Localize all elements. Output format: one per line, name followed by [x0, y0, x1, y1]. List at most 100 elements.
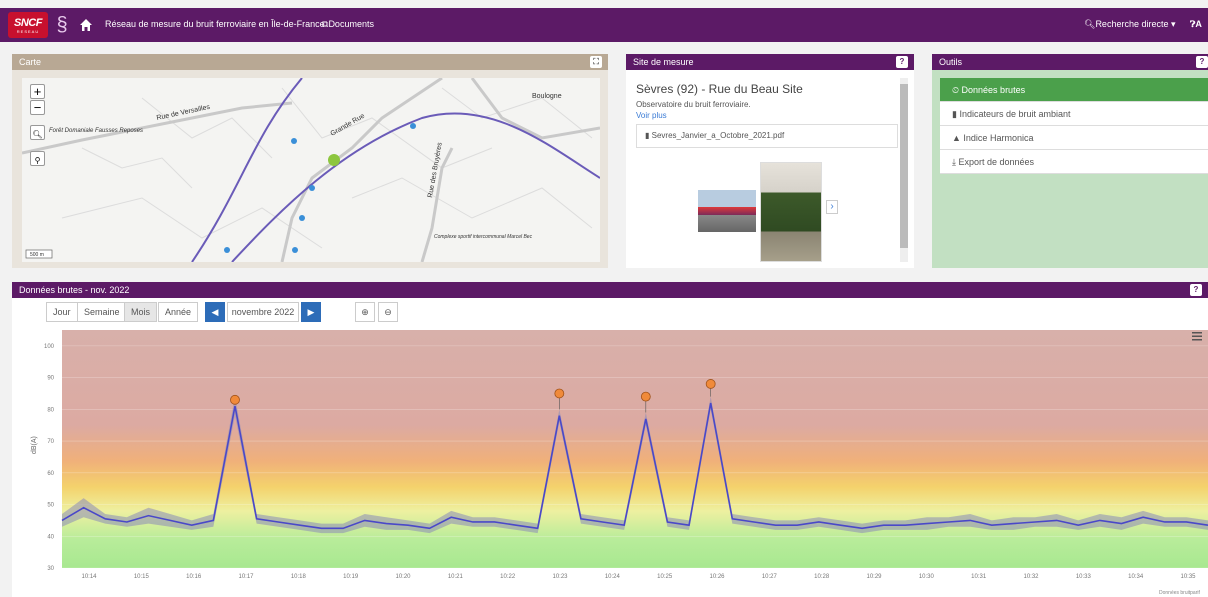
site-panel-scrollbar[interactable] [900, 78, 908, 262]
search-label: Recherche directe [1095, 19, 1169, 29]
zoom-in-button[interactable]: + [30, 84, 45, 99]
site-panel-header: Site de mesure ? [626, 54, 914, 70]
info-icon[interactable]: ? [896, 56, 908, 68]
tools-panel: Outils ? ⏲ Données brutes ▮ Indicateurs … [932, 54, 1208, 268]
tab-day[interactable]: Jour [46, 302, 78, 322]
info-icon[interactable]: ? [1190, 284, 1202, 296]
x-tick-label: 10:20 [395, 574, 411, 580]
file-icon: ▮ [645, 131, 650, 140]
fullscreen-icon[interactable]: ⛶ [590, 56, 602, 68]
search-icon: 🔍︎ [1084, 19, 1096, 29]
help-menu[interactable]: ❓︎A [1190, 19, 1202, 30]
location-pin-icon: ⚲ [34, 156, 41, 165]
documents-menu[interactable]: ⧉Documents [322, 19, 374, 30]
photo-site[interactable] [760, 162, 822, 262]
map-label-foret: Forêt Domaniale Fausses Reposes [49, 128, 143, 134]
x-tick-label: 10:27 [762, 574, 778, 580]
map-locate-button[interactable]: ⚲ [30, 151, 45, 166]
x-tick-label: 10:14 [81, 574, 97, 580]
x-tick-label: 10:18 [291, 574, 307, 580]
carousel-next-button[interactable]: › [826, 200, 838, 214]
map-scale: 500 m [30, 252, 44, 258]
prev-period-button[interactable]: ◀ [205, 302, 225, 322]
peak-marker [554, 388, 565, 399]
period-label[interactable]: novembre 2022 [227, 302, 299, 322]
x-tick-label: 10:21 [448, 574, 464, 580]
home-icon[interactable] [79, 18, 93, 32]
x-tick-label: 10:34 [1128, 574, 1144, 580]
photo-train[interactable] [698, 190, 756, 232]
logo-text: SNCF [14, 16, 42, 29]
x-tick-label: 10:32 [1023, 574, 1039, 580]
see-more-link[interactable]: Voir plus [636, 111, 667, 120]
y-tick-label: 90 [47, 376, 54, 382]
sncf-logo[interactable]: SNCF RESEAU [8, 12, 48, 38]
help-label: A [1195, 19, 1202, 29]
tool-raw-data[interactable]: ⏲ Données brutes [940, 78, 1208, 102]
logo-subtext: RESEAU [16, 28, 40, 34]
tool-export-label: Export de données [958, 157, 1035, 167]
map-panel: Carte ⛶ Rue de Versailles Grande Rue Rue… [12, 54, 608, 268]
tool-harmonica-label: Indice Harmonica [963, 133, 1034, 143]
zoom-out-chart-button[interactable]: ⊖ [378, 302, 398, 322]
chevron-left-icon: ◀ [211, 307, 219, 317]
caret-down-icon: ▾ [1171, 19, 1176, 29]
zoom-in-chart-button[interactable]: ⊕ [355, 302, 375, 322]
site-title-link[interactable]: Réseau de mesure du bruit ferroviaire en… [105, 19, 325, 29]
scrollbar-thumb[interactable] [900, 84, 908, 248]
zoom-in-icon: ⊕ [361, 307, 369, 317]
photo-carousel: › [686, 158, 858, 264]
x-tick-label: 10:25 [657, 574, 673, 580]
x-tick-label: 10:35 [1180, 574, 1196, 580]
y-tick-label: 50 [47, 503, 54, 509]
y-tick-label: 100 [44, 344, 55, 350]
tools-list: ⏲ Données brutes ▮ Indicateurs de bruit … [940, 78, 1208, 174]
info-icon[interactable]: ? [1196, 56, 1208, 68]
region-emblem-icon: § [56, 14, 68, 36]
y-axis-label: dB(A) [31, 436, 38, 454]
site-panel-title: Site de mesure [633, 57, 694, 67]
x-tick-label: 10:31 [971, 574, 987, 580]
x-tick-label: 10:19 [343, 574, 359, 580]
zoom-out-button[interactable]: − [30, 100, 45, 115]
x-tick-label: 10:24 [605, 574, 621, 580]
map-label-complexe: Complexe sportif intercommunal Marcel Be… [434, 234, 533, 240]
tool-raw-data-label: Données brutes [961, 85, 1026, 95]
x-tick-label: 10:33 [1076, 574, 1092, 580]
pdf-file-link[interactable]: ▮ Sevres_Janvier_a_Octobre_2021.pdf [636, 124, 898, 148]
chevron-right-icon: ▶ [307, 307, 315, 317]
x-tick-label: 10:29 [866, 574, 882, 580]
chart-menu-icon[interactable] [1192, 332, 1202, 341]
chart-credit: Données bruitparif [1159, 590, 1200, 596]
next-period-button[interactable]: ▶ [301, 302, 321, 322]
site-panel: Site de mesure ? Sèvres (92) - Rue du Be… [626, 54, 914, 268]
x-tick-label: 10:23 [552, 574, 568, 580]
x-tick-label: 10:28 [814, 574, 830, 580]
tool-harmonica[interactable]: ▲ Indice Harmonica [940, 126, 1208, 150]
triangle-icon: ▲ [952, 133, 964, 143]
tool-ambient-label: Indicateurs de bruit ambiant [959, 109, 1071, 119]
pdf-file-name: Sevres_Janvier_a_Octobre_2021.pdf [651, 131, 785, 140]
y-tick-label: 30 [47, 566, 54, 572]
tool-ambient-indicators[interactable]: ▮ Indicateurs de bruit ambiant [940, 102, 1208, 126]
x-tick-label: 10:16 [186, 574, 202, 580]
tab-week[interactable]: Semaine [77, 302, 127, 322]
site-name: Sèvres (92) - Rue du Beau Site [636, 82, 803, 96]
tools-panel-header: Outils ? [932, 54, 1208, 70]
map-label-boulogne: Boulogne [532, 93, 562, 100]
chart-panel-header: Données brutes - nov. 2022 ? [12, 282, 1208, 298]
tool-export[interactable]: ⤓ Export de données [940, 150, 1208, 174]
peak-marker [705, 379, 716, 389]
y-tick-label: 80 [47, 407, 54, 413]
tools-panel-title: Outils [939, 57, 963, 67]
x-tick-label: 10:30 [919, 574, 935, 580]
search-menu[interactable]: 🔍︎Recherche directe ▾ [1084, 19, 1176, 30]
tab-year[interactable]: Année [158, 302, 199, 322]
x-tick-label: 10:26 [709, 574, 725, 580]
peak-marker [230, 394, 240, 405]
map-canvas[interactable]: Rue de Versailles Grande Rue Rue des Bru… [22, 78, 600, 262]
tab-month[interactable]: Mois [124, 302, 158, 322]
noise-chart[interactable]: 30 40 50 60 70 80 90 100 10:14 10:15 10:16 10:17 10… [12, 326, 1208, 597]
map-search-button[interactable]: 🔍︎ [30, 125, 45, 140]
zoom-out-icon: ⊖ [384, 307, 392, 317]
